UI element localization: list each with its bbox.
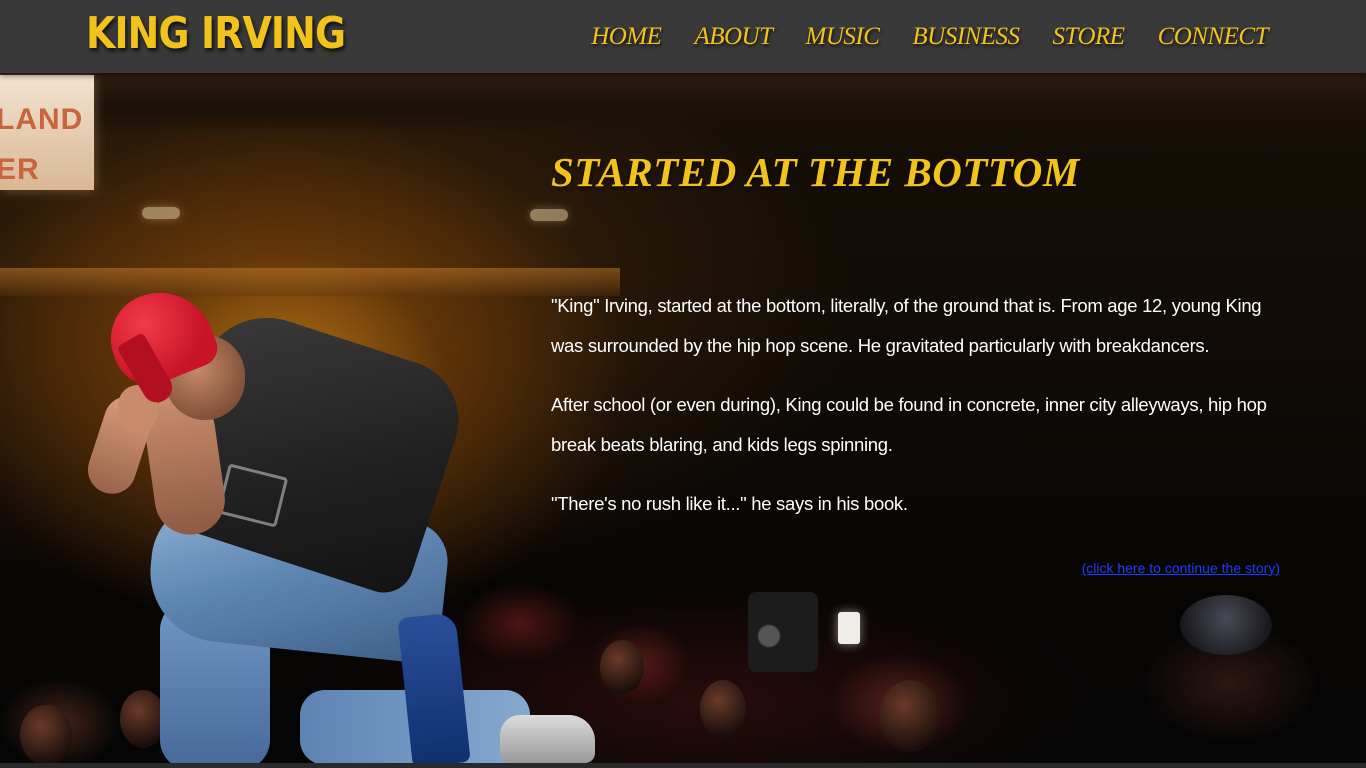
crowd-person (880, 680, 940, 752)
bottom-bar (0, 763, 1366, 768)
story-paragraph: "There's no rush like it..." he says in … (551, 493, 908, 514)
camera-icon (748, 592, 818, 672)
story-paragraph: After school (or even during), King coul… (551, 394, 1267, 455)
nav-business[interactable]: BUSINESS (912, 22, 1020, 52)
phone-icon (838, 612, 860, 644)
main-nav: HOME ABOUT MUSIC BUSINESS STORE CONNECT (591, 0, 1268, 73)
dancer-shoe (500, 715, 595, 763)
nav-about[interactable]: ABOUT (694, 22, 773, 52)
site-header: KING IRVING HOME ABOUT MUSIC BUSINESS ST… (0, 0, 1366, 73)
site-logo[interactable]: KING IRVING (86, 4, 346, 64)
nav-connect[interactable]: CONNECT (1158, 22, 1269, 52)
story-section: STARTED AT THE BOTTOM "King" Irving, sta… (551, 145, 1281, 543)
crowd-person (700, 680, 746, 738)
nav-home[interactable]: HOME (591, 22, 662, 52)
dancer-figure (0, 0, 620, 768)
story-paragraph: "King" Irving, started at the bottom, li… (551, 295, 1262, 356)
continue-story-link[interactable]: (click here to continue the story) (1082, 560, 1280, 576)
nav-store[interactable]: STORE (1053, 22, 1126, 52)
nav-music[interactable]: MUSIC (806, 22, 880, 52)
crowd-person-cap (1180, 595, 1272, 655)
story-title: STARTED AT THE BOTTOM (551, 149, 1080, 195)
story-body: "King" Irving, started at the bottom, li… (551, 286, 1281, 524)
